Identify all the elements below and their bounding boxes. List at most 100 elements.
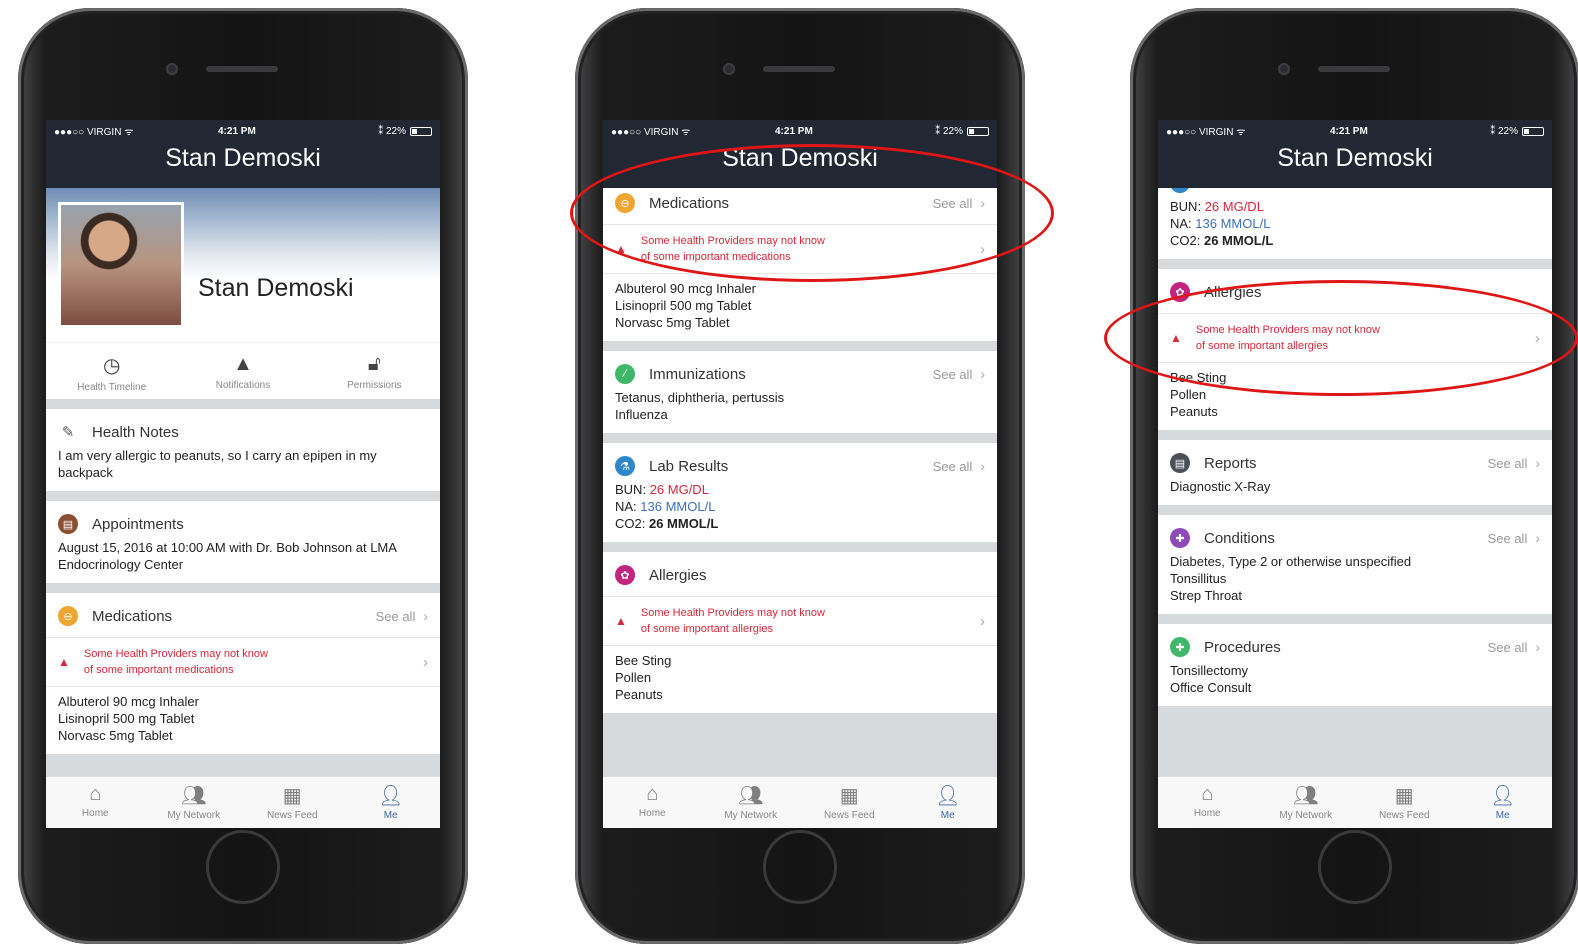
chevron-right-icon: › xyxy=(980,366,985,382)
allergies-section[interactable]: ✿ Allergies ▲ Some Health Providers may … xyxy=(1158,269,1552,430)
see-all-link[interactable]: See all xyxy=(933,459,973,474)
chevron-right-icon: › xyxy=(423,653,428,671)
tab-label: Me xyxy=(940,810,955,821)
page-title: Stan Demoski xyxy=(165,144,321,172)
chevron-right-icon: › xyxy=(1535,188,1540,191)
scroll-content[interactable]: Stan Demoski ◷ Health Timeline ▲ Notificat… xyxy=(46,188,440,776)
tab-home[interactable]: ⌂ Home xyxy=(603,777,702,828)
medications-warning[interactable]: ▲ Some Health Providers may not know of … xyxy=(603,224,997,274)
see-all-link[interactable]: See all xyxy=(933,367,973,382)
chevron-right-icon: › xyxy=(980,612,985,630)
tab-news-feed[interactable]: ▦ News Feed xyxy=(243,777,342,828)
battery-indicator: ⁑ 22% xyxy=(1490,126,1544,137)
section-header: ⊖ Medications See all › xyxy=(615,188,985,218)
section-header: ▤ Reports See all › xyxy=(1170,448,1540,478)
warning-text: Some Health Providers may not know of so… xyxy=(640,235,825,263)
warning-text: Some Health Providers may not know of so… xyxy=(1195,324,1380,352)
immunization-item: Tetanus, diphtheria, pertussis xyxy=(615,390,785,405)
scroll-content[interactable]: ⚗ Lab Results See all › BUN: 26 MG/DL NA:… xyxy=(1158,188,1552,776)
medication-item: Lisinopril 500 mg Tablet xyxy=(58,711,195,726)
see-all-link[interactable]: See all xyxy=(1488,188,1528,191)
medications-section[interactable]: ⊖ Medications See all › ▲ Some Health Pro… xyxy=(603,188,997,341)
battery-indicator: ⁑ 22% xyxy=(935,126,989,137)
permissions-link[interactable]: 🔓︎ Permissions xyxy=(309,353,440,393)
lab-results-section[interactable]: ⚗ Lab Results See all › BUN: 26 MG/DL NA:… xyxy=(1158,188,1552,259)
tab-news-feed[interactable]: ▦ News Feed xyxy=(1355,777,1454,828)
report-icon: ▤ xyxy=(1170,453,1190,473)
tab-my-network[interactable]: 👥︎ My Network xyxy=(145,777,244,828)
avatar[interactable] xyxy=(58,202,184,328)
tab-home[interactable]: ⌂ Home xyxy=(46,777,145,828)
camera-icon xyxy=(723,63,735,75)
pill-icon: ⊖ xyxy=(615,193,635,213)
home-icon: ⌂ xyxy=(89,783,102,805)
screen-profile: ●●●○○ VIRGIN ᯤ 4:21 PM ⁑ 22% Stan Demosk… xyxy=(46,120,440,828)
tab-news-feed[interactable]: ▦ News Feed xyxy=(800,777,899,828)
chevron-right-icon: › xyxy=(980,458,985,474)
phone-frame-1: ●●●○○ VIRGIN ᯤ 4:21 PM ⁑ 22% Stan Demosk… xyxy=(18,8,468,944)
conditions-section[interactable]: ✚ Conditions See all › Diabetes, Type 2 o… xyxy=(1158,515,1552,614)
lab-value: 136 MMOL/L xyxy=(640,499,716,514)
section-title: Lab Results xyxy=(1204,188,1488,192)
appointments-section[interactable]: ▤ Appointments August 15, 2016 at 10:00 … xyxy=(46,501,440,583)
battery-icon xyxy=(410,126,432,136)
allergies-section[interactable]: ✿ Allergies ▲ Some Health Providers may … xyxy=(603,552,997,713)
chevron-right-icon: › xyxy=(980,240,985,258)
health-timeline-link[interactable]: ◷ Health Timeline xyxy=(46,353,177,393)
procedures-section[interactable]: ✚ Procedures See all › Tonsillectomy Offi… xyxy=(1158,624,1552,706)
battery-indicator: ⁑ 22% xyxy=(378,126,432,137)
user-icon: 👤︎ xyxy=(935,785,961,807)
medications-section[interactable]: ⊖ Medications See all › ▲ Some Health Pro… xyxy=(46,593,440,754)
tab-me[interactable]: 👤︎ Me xyxy=(1454,777,1553,828)
clock-label: 4:21 PM xyxy=(218,125,256,137)
tab-bar: ⌂ Home 👥︎ My Network ▦ News Feed 👤︎ Me xyxy=(1158,776,1552,828)
health-notes-section[interactable]: ✎ Health Notes I am very allergic to pea… xyxy=(46,409,440,491)
profile-name: Stan Demoski xyxy=(198,274,354,302)
tab-home[interactable]: ⌂ Home xyxy=(1158,777,1257,828)
home-button[interactable] xyxy=(763,830,837,904)
section-title: Appointments xyxy=(92,515,184,533)
section-title: Conditions xyxy=(1204,529,1275,547)
network-icon: 👥︎ xyxy=(1293,785,1319,807)
immunizations-section[interactable]: ∕ Immunizations See all › Tetanus, diphth… xyxy=(603,351,997,433)
see-all-link[interactable]: See all xyxy=(933,196,973,211)
status-bar: ●●●○○ VIRGIN ᯤ 4:21 PM ⁑ 22% xyxy=(1158,120,1552,142)
tab-label: Home xyxy=(81,808,109,819)
tab-my-network[interactable]: 👥︎ My Network xyxy=(1257,777,1356,828)
condition-item: Diabetes, Type 2 or otherwise unspecifie… xyxy=(1170,554,1412,569)
lab-label: NA: xyxy=(1170,216,1192,231)
tab-my-network[interactable]: 👥︎ My Network xyxy=(702,777,801,828)
home-button[interactable] xyxy=(1318,830,1392,904)
chevron-right-icon: › xyxy=(1535,530,1540,546)
scroll-content[interactable]: ⊖ Medications See all › ▲ Some Health Pro… xyxy=(603,188,997,776)
tab-bar: ⌂ Home 👥︎ My Network ▦ News Feed 👤︎ Me xyxy=(46,776,440,828)
camera-icon xyxy=(1278,63,1290,75)
speaker-grille xyxy=(763,66,835,72)
lab-row: BUN: 26 MG/DL xyxy=(1170,198,1540,215)
allergy-item: Bee Sting xyxy=(615,653,672,668)
status-bar: ●●●○○ VIRGIN ᯤ 4:21 PM ⁑ 22% xyxy=(603,120,997,142)
notifications-link[interactable]: ▲ Notifications xyxy=(177,353,308,393)
see-all-link[interactable]: See all xyxy=(1488,531,1528,546)
reports-section[interactable]: ▤ Reports See all › Diagnostic X-Ray xyxy=(1158,440,1552,505)
see-all-link[interactable]: See all xyxy=(1488,640,1528,655)
medication-item: Albuterol 90 mcg Inhaler xyxy=(58,694,199,709)
lab-icon: ⚗ xyxy=(615,456,635,476)
lab-results-section[interactable]: ⚗ Lab Results See all › BUN: 26 MG/DL NA:… xyxy=(603,443,997,542)
see-all-link[interactable]: See all xyxy=(1488,456,1528,471)
battery-icon xyxy=(967,126,989,136)
report-item: Diagnostic X-Ray xyxy=(1170,479,1271,494)
medication-item: Norvasc 5mg Tablet xyxy=(615,315,730,330)
status-bar: ●●●○○ VIRGIN ᯤ 4:21 PM ⁑ 22% xyxy=(46,120,440,142)
tab-me[interactable]: 👤︎ Me xyxy=(899,777,998,828)
see-all-link[interactable]: See all xyxy=(376,609,416,624)
home-button[interactable] xyxy=(206,830,280,904)
section-header: ⚗ Lab Results See all › xyxy=(615,451,985,481)
medications-warning[interactable]: ▲ Some Health Providers may not know of … xyxy=(46,637,440,687)
allergies-warning[interactable]: ▲ Some Health Providers may not know of … xyxy=(603,596,997,646)
top-bar: ●●●○○ VIRGIN ᯤ 4:21 PM ⁑ 22% Stan Demosk… xyxy=(1158,120,1552,188)
section-header: ✿ Allergies xyxy=(615,560,985,590)
tab-me[interactable]: 👤︎ Me xyxy=(342,777,441,828)
camera-icon xyxy=(166,63,178,75)
allergies-warning[interactable]: ▲ Some Health Providers may not know of … xyxy=(1158,313,1552,363)
